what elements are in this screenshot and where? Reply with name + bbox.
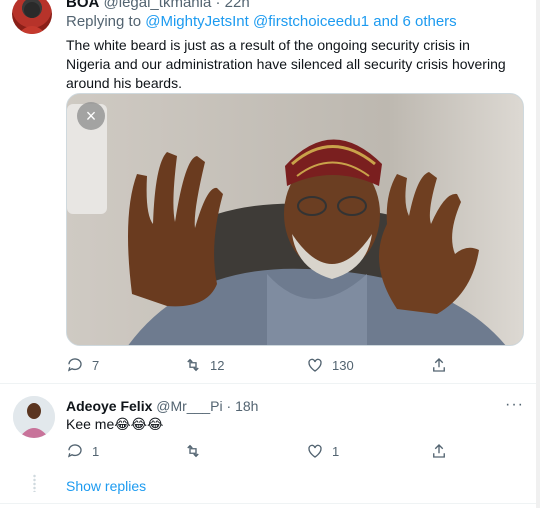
- author-handle[interactable]: @Mr___Pi: [156, 398, 222, 414]
- author-name[interactable]: BOA: [66, 0, 99, 11]
- reply-button[interactable]: 1: [66, 442, 99, 460]
- tweet-actions: 7 12 130: [66, 356, 486, 376]
- tweet-adeoye-felix[interactable]: Adeoye Felix @Mr___Pi · 18h ··· Kee me😂😂…: [0, 384, 540, 474]
- divider: [0, 503, 540, 504]
- close-media-button[interactable]: ×: [77, 102, 105, 130]
- avatar-boa[interactable]: [12, 0, 52, 34]
- mention-mightyjetsint[interactable]: @MightyJetsInt: [145, 13, 249, 30]
- like-button[interactable]: 130: [306, 356, 354, 374]
- author-handle[interactable]: @legal_tkmania: [104, 0, 212, 11]
- like-button[interactable]: 1: [306, 442, 339, 460]
- share-button[interactable]: [430, 442, 448, 460]
- separator: ·: [222, 398, 236, 414]
- like-count: 130: [332, 357, 354, 373]
- timestamp[interactable]: 18h: [235, 398, 258, 414]
- retweet-button[interactable]: 12: [184, 356, 224, 374]
- tweet-actions: 1 1: [66, 442, 486, 462]
- heart-icon: [308, 358, 322, 372]
- avatar-adeoye-felix[interactable]: [13, 396, 55, 438]
- reply-icon: [67, 358, 82, 372]
- tweet-header: Adeoye Felix @Mr___Pi · 18h: [66, 398, 258, 414]
- tweet-text: Kee me😂😂😂: [66, 416, 164, 432]
- share-button[interactable]: [430, 356, 448, 374]
- reply-count: 1: [92, 443, 100, 459]
- timestamp[interactable]: · 22h: [215, 0, 249, 11]
- more-options-icon[interactable]: ···: [505, 396, 524, 414]
- reply-icon: [67, 444, 82, 458]
- share-icon: [433, 358, 445, 372]
- author-name[interactable]: Adeoye Felix: [66, 398, 152, 414]
- replying-to: Replying to @MightyJetsInt @firstchoicee…: [66, 13, 457, 30]
- tweet-media-image[interactable]: ×: [66, 93, 524, 346]
- photo-illustration: [67, 94, 523, 345]
- retweet-count: 12: [210, 357, 225, 373]
- tweet-header: BOA @legal_tkmania · 22h: [66, 0, 250, 11]
- reply-button[interactable]: 7: [66, 356, 99, 374]
- retweet-button[interactable]: [184, 442, 210, 460]
- retweet-icon: [187, 444, 199, 458]
- scrollbar-track[interactable]: [536, 0, 540, 508]
- mention-firstchoiceedu1[interactable]: @firstchoiceedu1: [253, 13, 369, 30]
- heart-icon: [308, 444, 322, 458]
- tweet-text: The white beard is just as a result of t…: [66, 37, 506, 91]
- thread-dots: [33, 474, 36, 492]
- tweet-boa[interactable]: BOA @legal_tkmania · 22h Replying to @Mi…: [0, 0, 540, 373]
- reply-count: 7: [92, 357, 100, 373]
- show-replies-link[interactable]: Show replies: [66, 478, 146, 494]
- retweet-icon: [187, 358, 199, 372]
- mention-others[interactable]: and 6 others: [369, 13, 456, 30]
- share-icon: [433, 444, 445, 458]
- like-count: 1: [332, 443, 340, 459]
